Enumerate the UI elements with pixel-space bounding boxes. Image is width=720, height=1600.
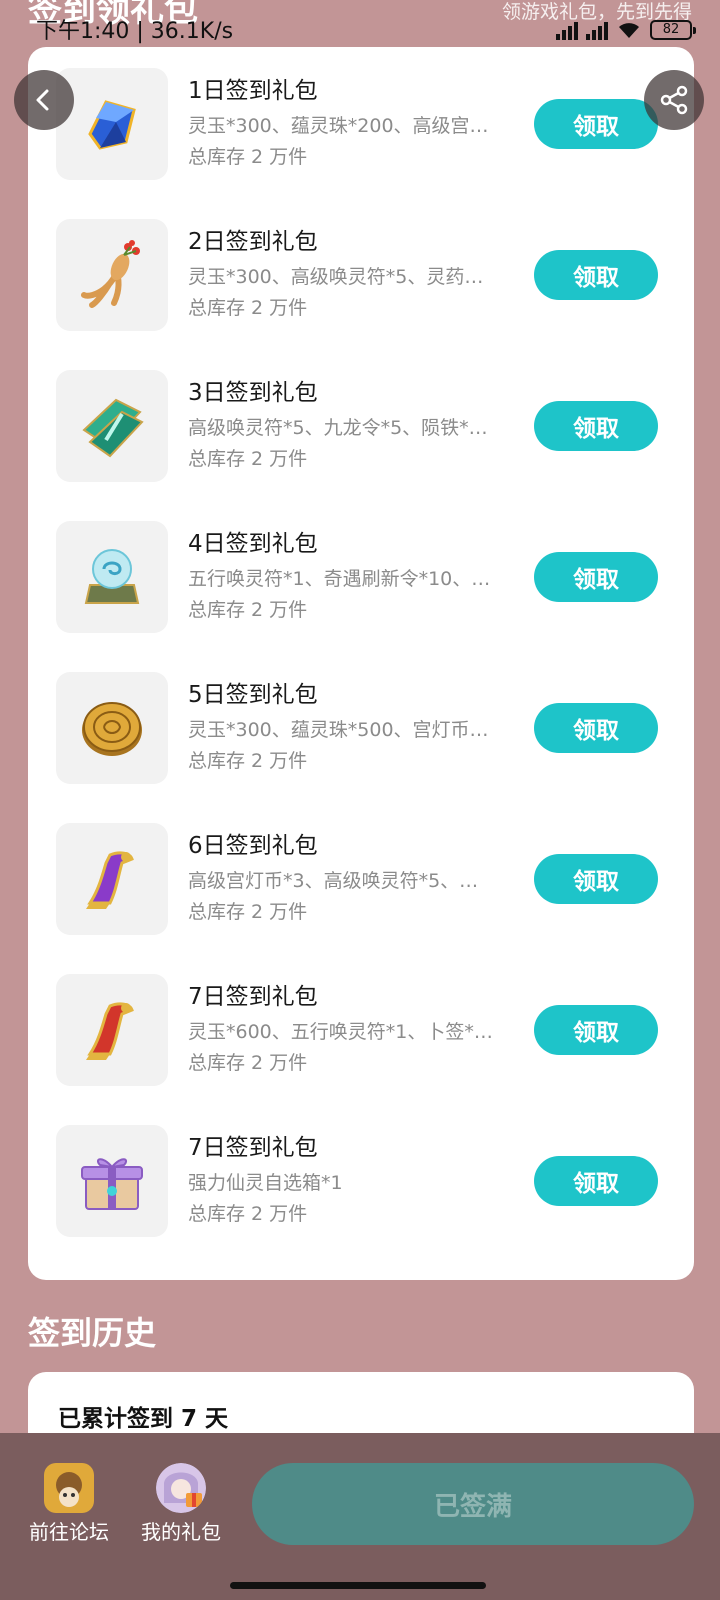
claim-button[interactable]: 领取 xyxy=(534,552,658,602)
crystal-orb-icon xyxy=(84,549,140,604)
gift-stock: 总库存 2 万件 xyxy=(188,1052,308,1074)
battery-icon: 82 xyxy=(650,20,696,40)
gift-box-icon xyxy=(81,1158,143,1210)
gift-desc: 高级宫灯币*3、高级唤灵符*5、… xyxy=(188,870,479,892)
gift-name: 5日签到礼包 xyxy=(188,682,318,708)
gift-list-card: 1日签到礼包 灵玉*300、蕴灵珠*200、高级宫… 总库存 2 万件 领取 2… xyxy=(28,47,694,1280)
my-gifts-link[interactable]: 我的礼包 xyxy=(126,1463,236,1545)
signal-icon xyxy=(556,20,578,40)
claim-button[interactable]: 领取 xyxy=(534,1156,658,1206)
gift-item: 1日签到礼包 灵玉*300、蕴灵珠*200、高级宫… 总库存 2 万件 领取 xyxy=(56,68,676,180)
ginseng-icon xyxy=(81,240,140,308)
gift-desc: 五行唤灵符*1、奇遇刷新令*10、… xyxy=(188,568,491,590)
gift-name: 2日签到礼包 xyxy=(188,229,318,255)
gift-stock: 总库存 2 万件 xyxy=(188,750,308,772)
gift-thumbnail xyxy=(56,370,168,482)
gift-name: 4日签到礼包 xyxy=(188,531,318,557)
chevron-left-icon xyxy=(36,89,49,111)
gift-stock: 总库存 2 万件 xyxy=(188,297,308,319)
gift-item: 7日签到礼包 强力仙灵自选箱*1 总库存 2 万件 领取 xyxy=(56,1125,676,1237)
gift-thumbnail xyxy=(56,1125,168,1237)
gift-name: 3日签到礼包 xyxy=(188,380,318,406)
share-button[interactable] xyxy=(644,70,704,130)
gift-item: 5日签到礼包 灵玉*300、蕴灵珠*500、宫灯币… 总库存 2 万件 领取 xyxy=(56,672,676,784)
claim-button[interactable]: 领取 xyxy=(534,250,658,300)
bottom-bar: 前往论坛 我的礼包 已签满 xyxy=(0,1433,720,1600)
gift-stock: 总库存 2 万件 xyxy=(188,146,308,168)
forum-icon xyxy=(44,1463,94,1513)
forum-link[interactable]: 前往论坛 xyxy=(14,1463,124,1545)
gift-stock: 总库存 2 万件 xyxy=(188,901,308,923)
gold-coin-icon xyxy=(82,702,142,756)
gift-stock: 总库存 2 万件 xyxy=(188,448,308,470)
history-summary: 已累计签到 7 天 xyxy=(58,1406,229,1432)
signal-icon xyxy=(586,20,608,40)
claim-button[interactable]: 领取 xyxy=(534,99,658,149)
gift-stock: 总库存 2 万件 xyxy=(188,1203,308,1225)
wifi-icon xyxy=(619,23,639,38)
gift-thumbnail xyxy=(56,974,168,1086)
gift-name: 7日签到礼包 xyxy=(188,1135,318,1161)
history-title: 签到历史 xyxy=(28,1314,157,1352)
talisman-icon xyxy=(82,398,144,458)
gift-name: 7日签到礼包 xyxy=(188,984,318,1010)
share-icon xyxy=(660,85,688,115)
gift-item: 7日签到礼包 灵玉*600、五行唤灵符*1、卜签*… 总库存 2 万件 领取 xyxy=(56,974,676,1086)
gift-thumbnail xyxy=(56,68,168,180)
red-scroll-icon xyxy=(86,1002,134,1060)
blue-crystal-icon xyxy=(88,100,136,150)
gift-item: 4日签到礼包 五行唤灵符*1、奇遇刷新令*10、… 总库存 2 万件 领取 xyxy=(56,521,676,633)
avatar xyxy=(156,1463,206,1513)
gift-desc: 强力仙灵自选箱*1 xyxy=(188,1172,343,1194)
gift-thumbnail xyxy=(56,521,168,633)
gift-item: 6日签到礼包 高级宫灯币*3、高级唤灵符*5、… 总库存 2 万件 领取 xyxy=(56,823,676,935)
gift-name: 1日签到礼包 xyxy=(188,78,318,104)
gift-stock: 总库存 2 万件 xyxy=(188,599,308,621)
claim-button[interactable]: 领取 xyxy=(534,401,658,451)
gift-desc: 灵玉*600、五行唤灵符*1、卜签*… xyxy=(188,1021,493,1043)
gift-name: 6日签到礼包 xyxy=(188,833,318,859)
status-time: 下午1:40 | 36.1K/s xyxy=(36,19,234,44)
claim-button[interactable]: 领取 xyxy=(534,703,658,753)
home-indicator[interactable] xyxy=(230,1582,486,1589)
gift-desc: 灵玉*300、高级唤灵符*5、灵药… xyxy=(188,266,484,288)
forum-label: 前往论坛 xyxy=(29,1520,109,1544)
gift-item: 2日签到礼包 灵玉*300、高级唤灵符*5、灵药… 总库存 2 万件 领取 xyxy=(56,219,676,331)
gift-desc: 灵玉*300、蕴灵珠*500、宫灯币… xyxy=(188,719,489,741)
status-bar: 下午1:40 | 36.1K/s 82 xyxy=(0,14,720,50)
status-icons: 82 xyxy=(556,20,696,40)
gift-thumbnail xyxy=(56,219,168,331)
gift-desc: 高级唤灵符*5、九龙令*5、陨铁*… xyxy=(188,417,488,439)
claim-button[interactable]: 领取 xyxy=(534,1005,658,1055)
gift-item: 3日签到礼包 高级唤灵符*5、九龙令*5、陨铁*… 总库存 2 万件 领取 xyxy=(56,370,676,482)
purple-scroll-icon xyxy=(86,851,134,909)
claim-button[interactable]: 领取 xyxy=(534,854,658,904)
my-gifts-label: 我的礼包 xyxy=(141,1520,221,1544)
signed-full-button[interactable]: 已签满 xyxy=(252,1463,694,1545)
gift-thumbnail xyxy=(56,672,168,784)
gift-thumbnail xyxy=(56,823,168,935)
gift-desc: 灵玉*300、蕴灵珠*200、高级宫… xyxy=(188,115,489,137)
back-button[interactable] xyxy=(14,70,74,130)
